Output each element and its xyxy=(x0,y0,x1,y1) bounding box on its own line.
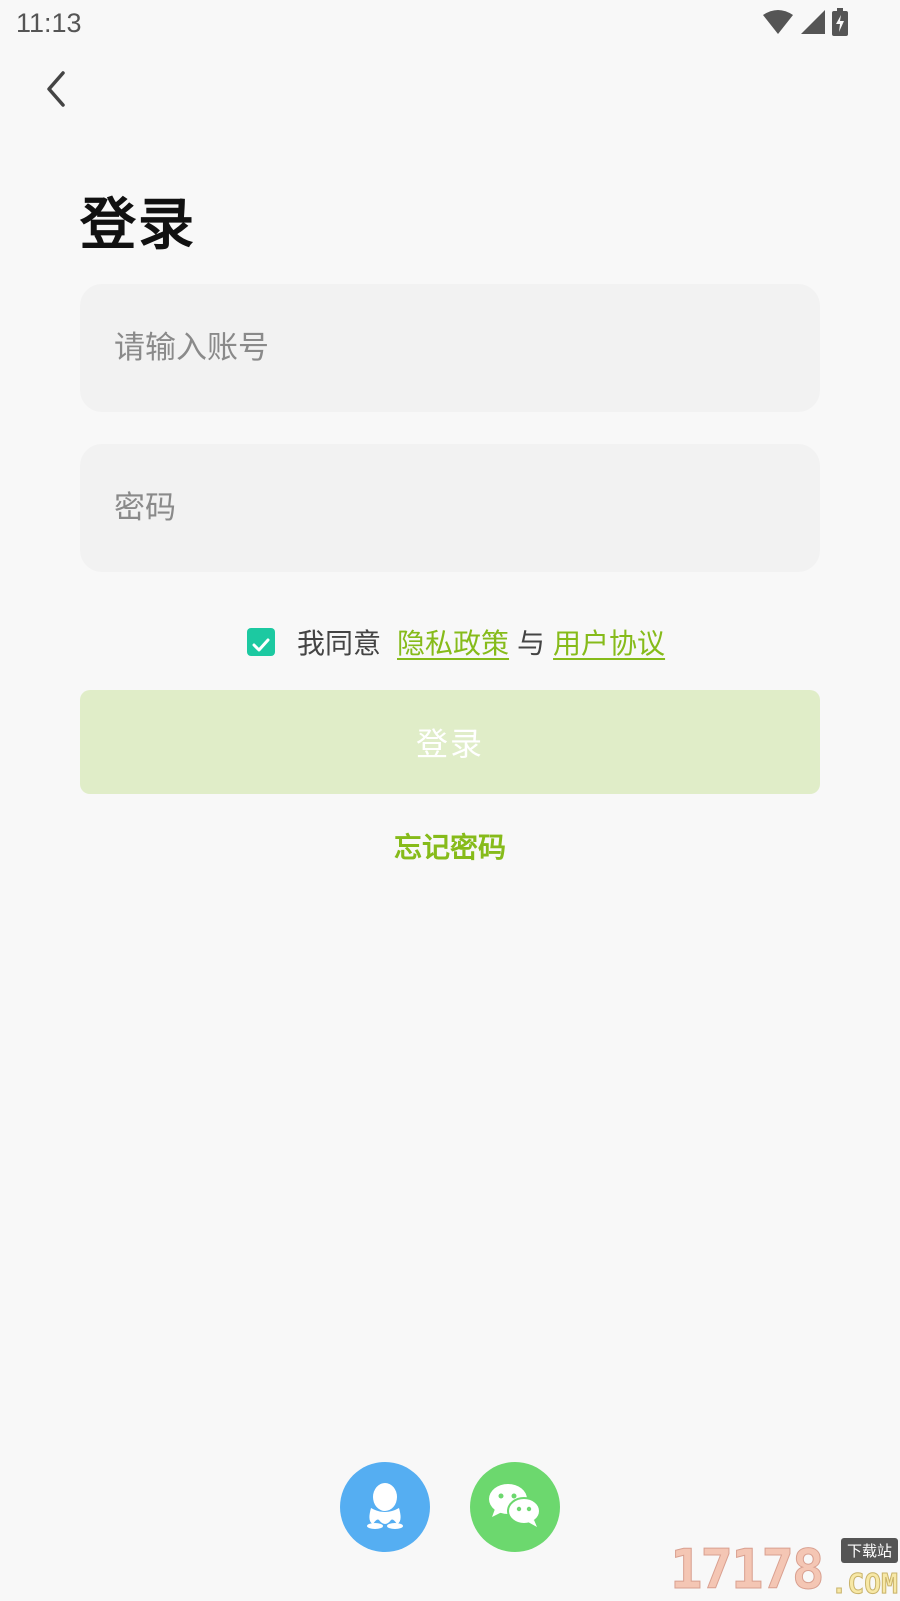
watermark-digits: 17178 xyxy=(670,1538,826,1601)
account-field[interactable] xyxy=(80,284,820,412)
back-button[interactable] xyxy=(30,66,80,116)
agreement-checkbox[interactable] xyxy=(247,628,275,656)
password-field[interactable] xyxy=(80,444,820,572)
user-agreement-link[interactable]: 用户协议 xyxy=(553,622,665,662)
wifi-icon xyxy=(762,9,794,39)
watermark: 17178 下载站 .COM xyxy=(670,1538,900,1601)
agreement-separator: 与 xyxy=(517,627,546,660)
check-icon xyxy=(252,626,270,659)
signal-icon xyxy=(800,9,826,39)
status-icons xyxy=(762,8,848,40)
qq-penguin-icon xyxy=(363,1480,407,1534)
privacy-policy-link[interactable]: 隐私政策 xyxy=(397,622,509,662)
wechat-icon xyxy=(487,1482,543,1532)
wechat-login-button[interactable] xyxy=(470,1462,560,1552)
qq-login-button[interactable] xyxy=(340,1462,430,1552)
status-time: 11:13 xyxy=(16,8,82,38)
forgot-password-link[interactable]: 忘记密码 xyxy=(0,826,900,866)
page-title: 登录 xyxy=(80,193,196,258)
account-input[interactable] xyxy=(112,329,788,367)
chevron-left-icon xyxy=(41,69,69,113)
status-bar: 11:13 xyxy=(0,0,900,48)
login-button[interactable]: 登录 xyxy=(80,690,820,794)
agreement-row: 我同意 隐私政策 与 用户协议 xyxy=(247,622,665,662)
watermark-tag: 下载站 xyxy=(840,1538,898,1563)
battery-charging-icon xyxy=(832,8,848,40)
agreement-prefix: 我同意 xyxy=(297,627,382,660)
watermark-suffix: .COM xyxy=(830,1567,898,1601)
password-input[interactable] xyxy=(112,489,788,527)
